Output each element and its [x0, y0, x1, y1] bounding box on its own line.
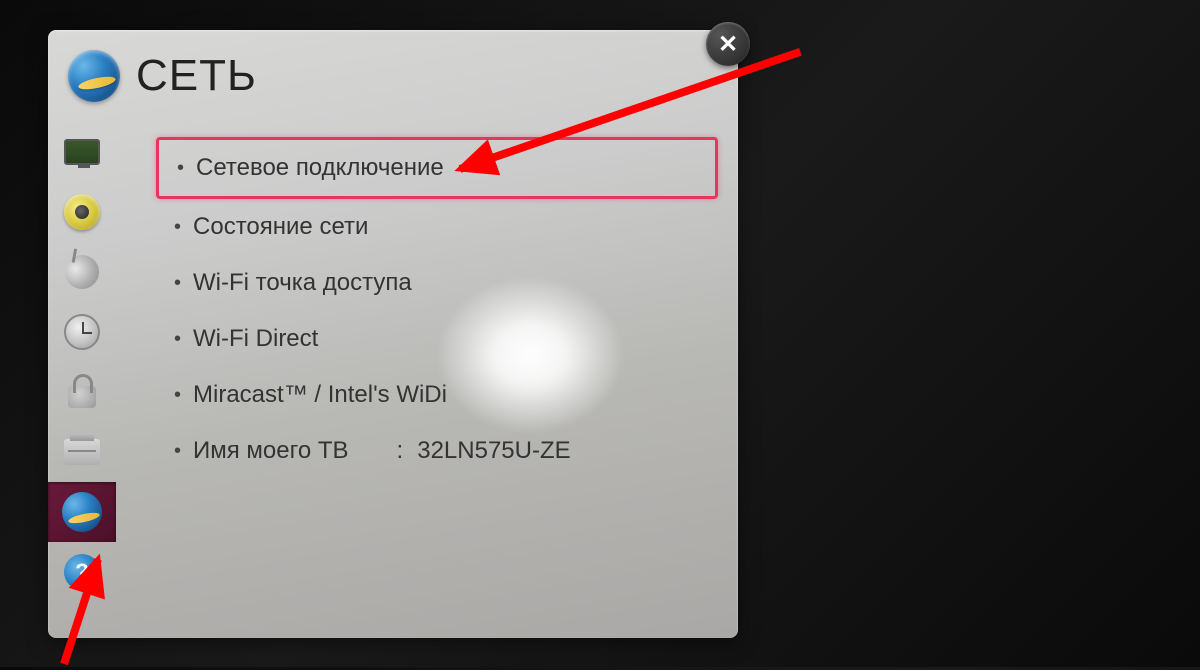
panel-title: СЕТЬ [136, 51, 257, 101]
sidebar-item-lock[interactable] [48, 362, 116, 422]
sidebar-item-time[interactable] [48, 302, 116, 362]
menu-item-tv-name[interactable]: • Имя моего ТВ : 32LN575U-ZE [156, 423, 718, 479]
network-icon [61, 492, 103, 532]
category-sidebar: ? [48, 112, 116, 638]
close-button[interactable]: ✕ [706, 22, 750, 66]
network-globe-icon [68, 50, 120, 102]
menu-item-wifi-hotspot[interactable]: • Wi-Fi точка доступа [156, 255, 718, 311]
menu-content: • Сетевое подключение • Состояние сети •… [116, 112, 738, 638]
sidebar-item-channel[interactable] [48, 242, 116, 302]
menu-item-label: Wi-Fi точка доступа [193, 269, 412, 297]
menu-item-wifi-direct[interactable]: • Wi-Fi Direct [156, 311, 718, 367]
sidebar-item-support[interactable]: ? [48, 542, 116, 602]
sidebar-item-network[interactable] [48, 482, 116, 542]
clock-icon [61, 312, 103, 352]
menu-item-label: Miracast™ / Intel's WiDi [193, 381, 447, 409]
menu-item-network-connection[interactable]: • Сетевое подключение [156, 137, 718, 199]
briefcase-icon [61, 432, 103, 472]
picture-icon [61, 132, 103, 172]
bullet-icon: • [177, 157, 184, 180]
bullet-icon: • [174, 216, 181, 239]
panel-body: ? • Сетевое подключение • Состояние сети… [48, 112, 738, 638]
menu-item-label: Имя моего ТВ [193, 437, 349, 465]
bullet-icon: • [174, 328, 181, 351]
sidebar-item-option[interactable] [48, 422, 116, 482]
menu-item-miracast[interactable]: • Miracast™ / Intel's WiDi [156, 367, 718, 423]
sidebar-item-picture[interactable] [48, 122, 116, 182]
close-icon: ✕ [718, 30, 738, 59]
help-icon: ? [61, 552, 103, 592]
lock-icon [61, 372, 103, 412]
menu-item-label: Wi-Fi Direct [193, 325, 318, 353]
menu-item-label: Сетевое подключение [196, 154, 444, 182]
separator: : [397, 437, 404, 465]
menu-item-network-status[interactable]: • Состояние сети [156, 199, 718, 255]
panel-header: СЕТЬ [48, 30, 738, 112]
menu-item-value: 32LN575U-ZE [417, 437, 570, 465]
bullet-icon: • [174, 384, 181, 407]
satellite-icon [61, 252, 103, 292]
settings-panel: ✕ СЕТЬ [48, 30, 738, 638]
sidebar-item-sound[interactable] [48, 182, 116, 242]
menu-item-label: Состояние сети [193, 213, 368, 241]
bullet-icon: • [174, 440, 181, 463]
bullet-icon: • [174, 272, 181, 295]
sound-icon [61, 192, 103, 232]
